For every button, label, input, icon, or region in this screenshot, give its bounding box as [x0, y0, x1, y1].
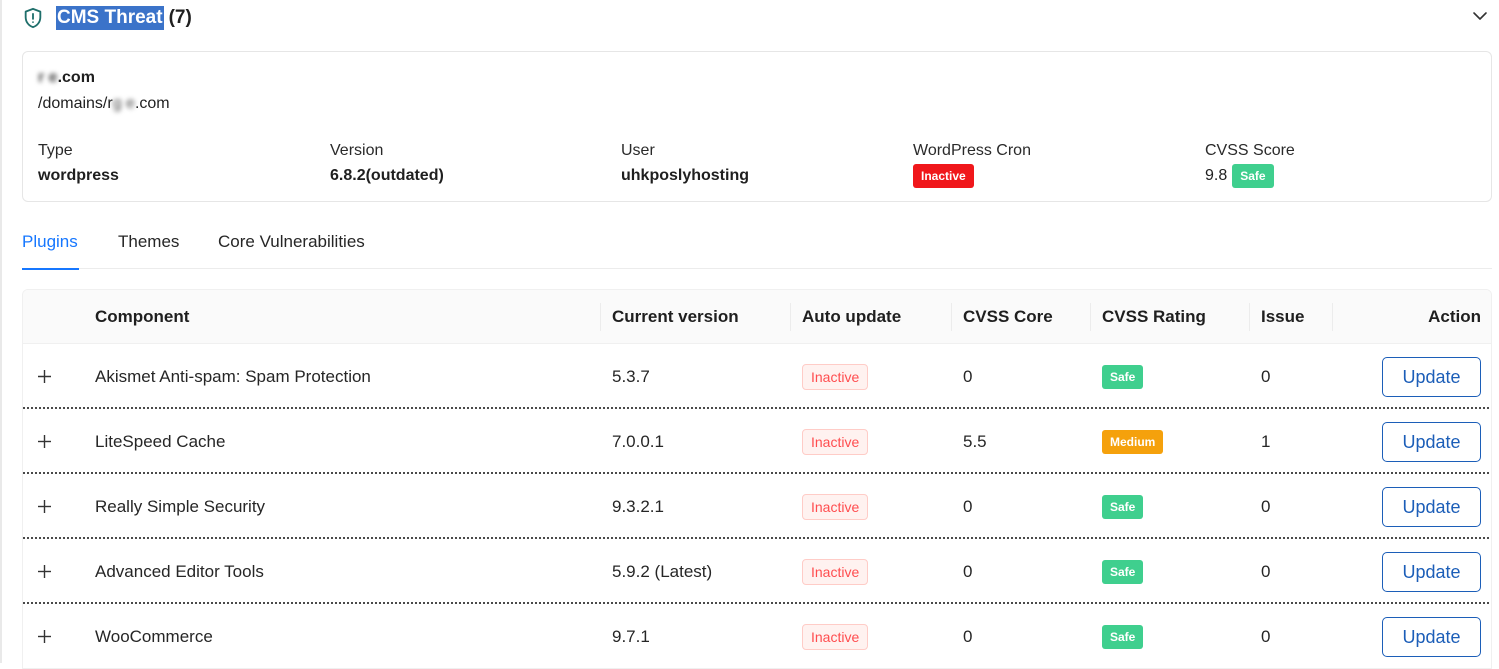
plugins-table: Component Current version Auto update CV…	[22, 289, 1492, 669]
component-tabs: Plugins Themes Core Vulnerabilities	[22, 222, 1492, 270]
row-component: LiteSpeed Cache	[95, 431, 226, 451]
auto-update-badge: Inactive	[802, 428, 869, 455]
table-row: WooCommerce 9.7.1 Inactive 0 Safe 0 Upda…	[23, 604, 1491, 668]
table-row: Akismet Anti-spam: Spam Protection 5.3.7…	[23, 344, 1491, 409]
tab-plugins[interactable]: Plugins	[22, 232, 79, 270]
field-wordpress-cron: WordPress Cron Inactive	[913, 142, 1031, 188]
site-path: /domains/r g e.com	[38, 95, 170, 112]
version-value: 6.8.2(outdated)	[330, 167, 444, 184]
col-cvss-rating[interactable]: CVSS Rating	[1090, 290, 1206, 344]
col-component[interactable]: Component	[83, 290, 189, 344]
field-version: Version 6.8.2(outdated)	[330, 142, 444, 184]
row-issue: 0	[1261, 366, 1271, 386]
site-info-card: r e.com /domains/r g e.com Type wordpres…	[22, 51, 1492, 202]
update-button[interactable]: Update	[1382, 422, 1481, 462]
masked-path-part: g e	[112, 95, 135, 112]
table-header: Component Current version Auto update CV…	[23, 290, 1491, 344]
row-issue: 1	[1261, 431, 1271, 451]
col-cvss-core[interactable]: CVSS Core	[951, 290, 1053, 344]
plus-icon[interactable]	[36, 433, 53, 450]
auto-update-badge: Inactive	[802, 363, 869, 390]
panel-left-border	[0, 0, 2, 663]
auto-update-badge: Inactive	[802, 493, 869, 520]
row-cvss-core: 0	[963, 561, 973, 581]
table-row: Really Simple Security 9.3.2.1 Inactive …	[23, 474, 1491, 539]
auto-update-badge: Inactive	[802, 558, 869, 585]
cvss-rating-badge: Safe	[1232, 164, 1274, 188]
plus-icon[interactable]	[36, 628, 53, 645]
user-value: uhkposlyhosting	[621, 167, 749, 184]
chevron-down-icon[interactable]	[1470, 6, 1490, 26]
masked-domain-part: r e	[38, 69, 58, 86]
update-button[interactable]: Update	[1382, 552, 1481, 592]
row-cvss-core: 0	[963, 626, 973, 646]
field-user: User uhkposlyhosting	[621, 142, 749, 184]
row-version: 9.3.2.1	[612, 496, 664, 516]
cvss-score-value: 9.8	[1205, 167, 1228, 184]
type-value: wordpress	[38, 167, 119, 184]
active-tab-indicator	[22, 268, 79, 270]
update-button[interactable]: Update	[1382, 617, 1481, 657]
row-cvss-core: 0	[963, 496, 973, 516]
cvss-rating-badge: Safe	[1102, 494, 1144, 519]
cvss-rating-badge: Safe	[1102, 559, 1144, 584]
panel-title-text: CMS Threat	[56, 6, 164, 30]
table-row: Advanced Editor Tools 5.9.2 (Latest) Ina…	[23, 539, 1491, 604]
row-issue: 0	[1261, 496, 1271, 516]
row-issue: 0	[1261, 561, 1271, 581]
row-cvss-core: 5.5	[963, 431, 987, 451]
col-issue[interactable]: Issue	[1249, 290, 1304, 344]
panel-title: CMS Threat (7)	[56, 6, 192, 30]
col-action: Action	[1428, 307, 1481, 326]
plus-icon[interactable]	[36, 498, 53, 515]
table-row: LiteSpeed Cache 7.0.0.1 Inactive 5.5 Med…	[23, 409, 1491, 474]
cron-status-badge: Inactive	[913, 164, 974, 188]
row-version: 5.3.7	[612, 366, 650, 386]
cvss-rating-badge: Safe	[1102, 624, 1144, 649]
tab-themes[interactable]: Themes	[118, 232, 179, 269]
row-issue: 0	[1261, 626, 1271, 646]
site-domain: r e.com	[38, 69, 95, 86]
row-component: Advanced Editor Tools	[95, 561, 264, 581]
field-cvss-score: CVSS Score 9.8 Safe	[1205, 142, 1295, 188]
row-component: WooCommerce	[95, 626, 213, 646]
cms-threat-header[interactable]: CMS Threat (7)	[22, 0, 1494, 36]
row-component: Akismet Anti-spam: Spam Protection	[95, 366, 371, 386]
update-button[interactable]: Update	[1382, 487, 1481, 527]
threat-count: (7)	[168, 7, 192, 28]
plus-icon[interactable]	[36, 368, 53, 385]
tab-core-vulnerabilities[interactable]: Core Vulnerabilities	[218, 232, 365, 269]
col-auto-update[interactable]: Auto update	[790, 290, 901, 344]
plus-icon[interactable]	[36, 563, 53, 580]
auto-update-badge: Inactive	[802, 623, 869, 650]
row-version: 9.7.1	[612, 626, 650, 646]
cvss-rating-badge: Medium	[1102, 429, 1164, 454]
row-component: Really Simple Security	[95, 496, 266, 516]
row-version: 7.0.0.1	[612, 431, 664, 451]
row-version: 5.9.2 (Latest)	[612, 561, 713, 581]
row-cvss-core: 0	[963, 366, 973, 386]
cvss-rating-badge: Safe	[1102, 364, 1144, 389]
col-current-version[interactable]: Current version	[600, 290, 739, 344]
field-type: Type wordpress	[38, 142, 119, 184]
shield-alert-icon	[22, 7, 44, 29]
update-button[interactable]: Update	[1382, 357, 1481, 397]
